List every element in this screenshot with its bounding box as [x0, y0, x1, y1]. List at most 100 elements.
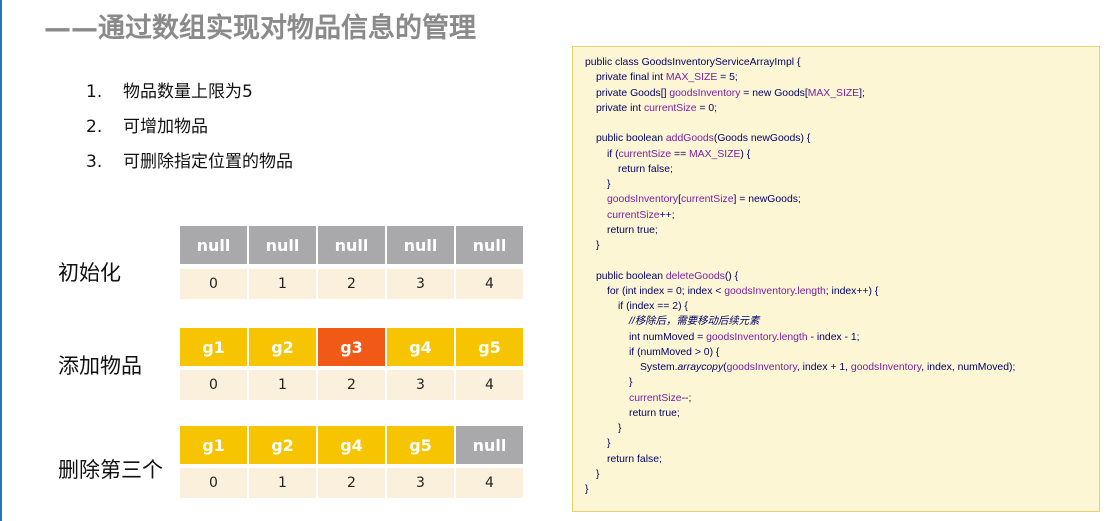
- array-init: null null null null null: [180, 226, 525, 264]
- code-token: = new Goods[: [740, 87, 808, 99]
- code-token: - index - 1;: [807, 331, 860, 343]
- index-cell: 3: [387, 370, 454, 400]
- array-add: g1 g2 g3 g4 g5: [180, 328, 525, 366]
- code-line: currentSize--;: [585, 391, 1099, 406]
- code-token: = 5;: [717, 72, 738, 84]
- array-label-init: 初始化: [58, 261, 121, 285]
- code-token: }: [596, 240, 600, 251]
- code-token: if (numMoved > 0) {: [629, 346, 720, 358]
- index-cell: 1: [249, 269, 316, 299]
- code-line: }: [585, 482, 1099, 497]
- code-token: return true;: [607, 224, 658, 236]
- array-cell: g2: [249, 426, 316, 464]
- code-token: deleteGoods: [665, 270, 725, 282]
- requirement-number: 1.: [86, 82, 103, 102]
- code-token: ; index++) {: [825, 285, 879, 297]
- requirement-number: 2.: [86, 117, 103, 137]
- requirement-item: 2. 可增加物品: [86, 115, 293, 150]
- code-line: int numMoved = goodsInventory.length - i…: [585, 330, 1099, 345]
- left-accent-bar: [0, 0, 2, 521]
- code-token: }: [585, 484, 589, 495]
- code-line: }: [585, 436, 1099, 451]
- code-line: if (numMoved > 0) {: [585, 345, 1099, 360]
- code-line: }: [585, 238, 1099, 253]
- code-line: private final int MAX_SIZE = 5;: [585, 70, 1099, 85]
- code-token: goodsInventory: [669, 87, 741, 99]
- code-token: public boolean: [596, 133, 666, 145]
- code-token: MAX_SIZE: [807, 87, 860, 99]
- index-cell: 4: [456, 468, 523, 498]
- code-token: ] = newGoods;: [733, 194, 801, 206]
- code-token: ) {: [740, 148, 751, 160]
- code-token: --;: [681, 392, 692, 404]
- slide-title: ——通过数组实现对物品信息的管理: [44, 13, 476, 44]
- index-row-delete: 0 1 2 3 4: [180, 468, 525, 498]
- array-cell: g4: [387, 328, 454, 366]
- requirement-item: 1. 物品数量上限为5: [86, 80, 293, 115]
- index-cell: 4: [456, 370, 523, 400]
- code-token: length: [779, 331, 808, 343]
- code-line: return false;: [585, 162, 1099, 177]
- code-token: }: [607, 438, 611, 450]
- code-snippet-box: public class GoodsInventoryServiceArrayI…: [572, 46, 1100, 512]
- code-token: () {: [724, 270, 739, 282]
- code-line: goodsInventory[currentSize] = newGoods;: [585, 192, 1099, 207]
- index-cell: 4: [456, 269, 523, 299]
- code-line: return true;: [585, 406, 1099, 421]
- code-line: public class GoodsInventoryServiceArrayI…: [585, 55, 1099, 70]
- array-label-add: 添加物品: [58, 354, 142, 378]
- code-line: //移除后，需要移动后续元素: [585, 314, 1099, 329]
- index-cell: 3: [387, 269, 454, 299]
- code-token: public class GoodsInventoryServiceArrayI…: [585, 57, 801, 68]
- code-token: currentSize: [680, 194, 734, 206]
- code-token: ==: [671, 148, 690, 160]
- code-token: ++;: [659, 209, 675, 221]
- requirement-text: 可增加物品: [123, 117, 208, 137]
- code-token: currentSize: [629, 392, 682, 404]
- index-cell: 3: [387, 468, 454, 498]
- code-line: private Goods[] goodsInventory = new Goo…: [585, 86, 1099, 101]
- code-token: private int: [596, 102, 644, 114]
- code-token: currentSize: [618, 148, 672, 160]
- code-line: }: [585, 177, 1099, 192]
- index-row-add: 0 1 2 3 4: [180, 370, 525, 400]
- requirement-item: 3. 可删除指定位置的物品: [86, 150, 293, 185]
- code-line: private int currentSize = 0;: [585, 101, 1099, 116]
- array-cell: null: [318, 226, 385, 264]
- code-token: //移除后，需要移动后续元素: [629, 316, 760, 328]
- code-token: }: [596, 468, 600, 480]
- array-cell: null: [456, 426, 523, 464]
- array-delete: g1 g2 g4 g5 null: [180, 426, 525, 464]
- code-token: = 0;: [696, 102, 718, 114]
- array-cell: g2: [249, 328, 316, 366]
- code-token: if (: [607, 148, 619, 160]
- array-label-delete: 删除第三个: [58, 458, 163, 482]
- code-line: for (int index = 0; index < goodsInvento…: [585, 284, 1099, 299]
- code-line: return true;: [585, 223, 1099, 238]
- code-token: if (index == 2) {: [618, 301, 688, 312]
- code-token: MAX_SIZE: [689, 148, 741, 160]
- code-line: if (index == 2) {: [585, 299, 1099, 314]
- code-token: }: [618, 423, 622, 434]
- index-cell: 0: [180, 269, 247, 299]
- array-cell: null: [249, 226, 316, 264]
- requirements-list: 1. 物品数量上限为5 2. 可增加物品 3. 可删除指定位置的物品: [86, 80, 293, 185]
- code-token: int numMoved =: [629, 331, 707, 343]
- code-token: return false;: [618, 163, 673, 175]
- array-cell: g5: [456, 328, 523, 366]
- code-token: public boolean: [596, 270, 666, 282]
- code-token: System.: [640, 362, 678, 373]
- index-cell: 2: [318, 468, 385, 498]
- code-line: }: [585, 467, 1099, 482]
- array-cell: g3: [318, 328, 385, 366]
- index-cell: 2: [318, 370, 385, 400]
- code-line: currentSize++;: [585, 208, 1099, 223]
- code-token: addGoods: [665, 133, 714, 145]
- index-cell: 0: [180, 468, 247, 498]
- code-token: return false;: [607, 453, 662, 465]
- index-cell: 1: [249, 370, 316, 400]
- code-token: ];: [859, 87, 865, 99]
- array-cell: g5: [387, 426, 454, 464]
- code-token: arraycopy: [677, 362, 724, 373]
